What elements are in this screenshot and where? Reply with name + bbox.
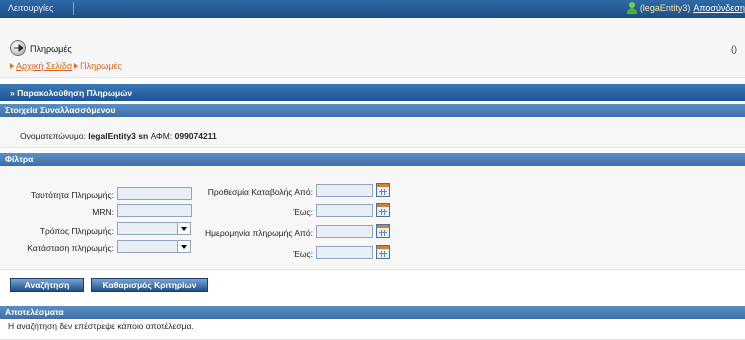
payment-id-label: Ταυτότητα Πληρωμής:	[30, 190, 114, 200]
page-header: Πληρωμές () Αρχική Σελίδα Πληρωμές	[0, 18, 745, 78]
user-icon	[626, 2, 637, 14]
results-section-header: Αποτελέσματα	[0, 306, 745, 319]
entity-details: Ονοματεπώνυμο: legalEntity3 sn ΑΦΜ: 0990…	[20, 131, 217, 141]
payment-method-select[interactable]	[117, 222, 191, 235]
afm-label: ΑΦΜ:	[150, 131, 173, 141]
payment-date-from-input[interactable]	[316, 225, 373, 238]
due-date-to-input[interactable]	[316, 204, 373, 217]
payments-icon	[10, 40, 26, 56]
top-navigation-bar: Λειτουργίες (legaEntity3) Αποσύνδεση	[0, 0, 745, 18]
header-counter: ()	[731, 44, 737, 54]
payment-date-to-input[interactable]	[316, 246, 373, 259]
due-date-to-label: Έως:	[293, 207, 313, 217]
menu-separator	[73, 2, 74, 15]
due-date-from-input[interactable]	[316, 184, 373, 197]
mrn-input[interactable]	[117, 204, 192, 217]
logout-link[interactable]: Αποσύνδεση	[693, 3, 745, 13]
payment-id-input[interactable]	[117, 187, 192, 200]
name-label: Ονοματεπώνυμο:	[20, 131, 86, 141]
results-message: Η αναζήτηση δεν επέστρεψε κάποιο αποτέλε…	[8, 321, 194, 331]
calendar-icon[interactable]	[376, 183, 390, 197]
page-title: Πληρωμές	[30, 44, 72, 54]
filters-section-header: Φίλτρα	[0, 153, 745, 166]
name-value: legalEntity3 sn	[88, 131, 149, 141]
calendar-icon[interactable]	[376, 203, 390, 217]
clear-criteria-button[interactable]: Καθαρισμός Κριτηρίων	[91, 278, 208, 292]
afm-value: 099074211	[174, 131, 217, 141]
breadcrumb-arrow-icon	[10, 63, 14, 69]
functions-menu[interactable]: Λειτουργίες	[8, 3, 53, 13]
dropdown-arrow-icon[interactable]	[177, 241, 190, 252]
breadcrumb: Αρχική Σελίδα Πληρωμές	[10, 61, 122, 71]
payment-status-label: Κατάσταση πληρωμής:	[27, 243, 114, 253]
payment-date-from-label: Ημερομηνία πληρωμής Από:	[205, 228, 313, 238]
calendar-icon[interactable]	[376, 245, 390, 259]
breadcrumb-current: Πληρωμές	[80, 61, 122, 71]
calendar-icon[interactable]	[376, 224, 390, 238]
user-name: (legaEntity3)	[639, 3, 691, 13]
user-info: (legaEntity3) Αποσύνδεση	[626, 2, 745, 14]
entity-section-header: Στοιχεία Συναλλασσόμενου	[0, 104, 745, 117]
payment-method-label: Τρόπος Πληρωμής:	[39, 226, 114, 236]
payment-date-to-label: Έως:	[293, 249, 313, 259]
action-buttons-row: Αναζήτηση Καθαρισμός Κριτηρίων	[0, 275, 745, 293]
breadcrumb-arrow-icon	[74, 63, 79, 69]
dropdown-arrow-icon[interactable]	[177, 223, 190, 234]
mrn-label: MRN:	[92, 207, 114, 217]
search-button[interactable]: Αναζήτηση	[10, 278, 84, 292]
payment-status-select[interactable]	[117, 240, 191, 253]
breadcrumb-home-link[interactable]: Αρχική Σελίδα	[16, 61, 72, 71]
payments-monitoring-bar: » Παρακολούθηση Πληρωμών	[0, 84, 745, 101]
due-date-from-label: Προθεσμία Καταβολής Από:	[207, 187, 313, 197]
